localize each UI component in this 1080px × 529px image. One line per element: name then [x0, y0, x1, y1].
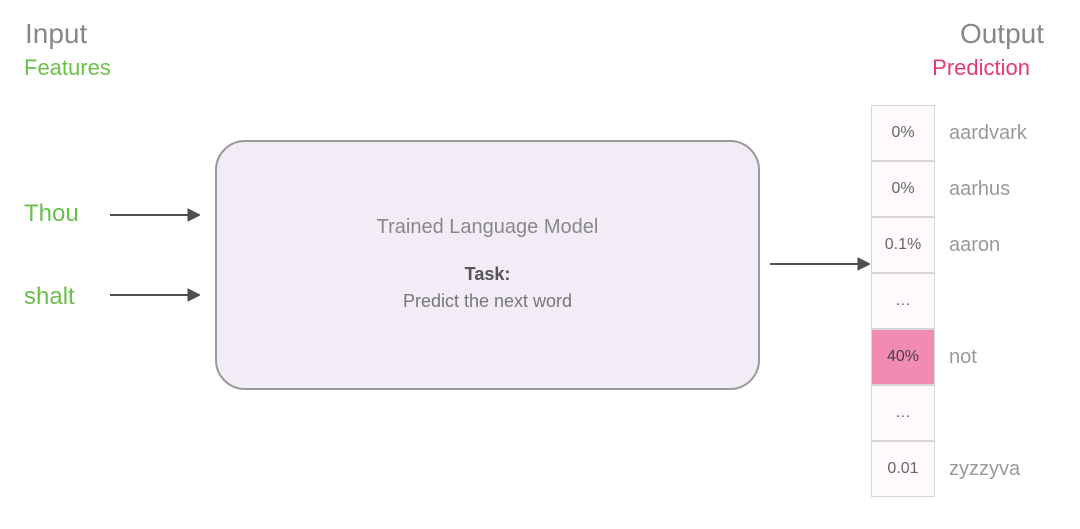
- model-box: Trained Language Model Task: Predict the…: [215, 140, 760, 390]
- output-cell: …: [871, 385, 935, 441]
- output-row: 0.1% aaron: [871, 217, 1044, 273]
- features-label: Features: [24, 55, 111, 81]
- output-cell-highlight: 40%: [871, 329, 935, 385]
- output-word-label: aaron: [949, 234, 1044, 257]
- output-cell: 0%: [871, 105, 935, 161]
- output-row: …: [871, 273, 1044, 329]
- output-word-label: zyzzyva: [949, 458, 1044, 481]
- prediction-label: Prediction: [932, 55, 1030, 81]
- input-word-2: shalt: [24, 283, 79, 311]
- model-task-desc: Predict the next word: [403, 291, 572, 311]
- output-cell: 0.01: [871, 441, 935, 497]
- output-row: 0% aardvark: [871, 105, 1044, 161]
- input-words: Thou shalt: [24, 200, 79, 366]
- output-cell: 0.1%: [871, 217, 935, 273]
- output-column: 0% aardvark 0% aarhus 0.1% aaron … 40% n…: [871, 105, 1044, 497]
- output-row: 0.01 zyzzyva: [871, 441, 1044, 497]
- input-word-1: Thou: [24, 200, 79, 228]
- output-word-label: not: [949, 346, 1044, 369]
- input-header: Input: [25, 18, 87, 50]
- output-row: 0% aarhus: [871, 161, 1044, 217]
- output-word-label: aardvark: [949, 122, 1044, 145]
- model-task-label: Task:: [465, 264, 511, 284]
- output-cell: 0%: [871, 161, 935, 217]
- model-task: Task: Predict the next word: [403, 261, 572, 315]
- output-row: …: [871, 385, 1044, 441]
- model-title: Trained Language Model: [377, 216, 599, 239]
- output-word-label: aarhus: [949, 178, 1044, 201]
- output-row: 40% not: [871, 329, 1044, 385]
- arrow-icon: [110, 285, 200, 305]
- arrow-icon: [110, 205, 200, 225]
- output-cell: …: [871, 273, 935, 329]
- output-header: Output: [960, 18, 1044, 50]
- arrow-icon: [770, 254, 870, 274]
